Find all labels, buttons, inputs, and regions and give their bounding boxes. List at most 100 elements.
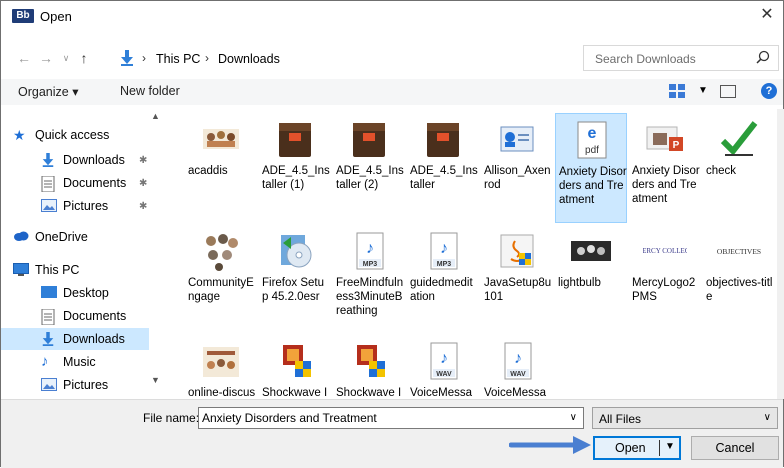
file-item[interactable]: ADE_4.5_Installer (2)	[333, 113, 405, 223]
organize-button[interactable]: Organize ▾	[18, 84, 78, 99]
cancel-button[interactable]: Cancel	[691, 436, 779, 460]
file-type-select[interactable]: All Files ∨	[592, 407, 778, 429]
change-view-icon[interactable]	[669, 84, 685, 98]
file-item-selected[interactable]: e pdf Anxiety Disorders and Treatment	[555, 113, 627, 223]
file-name-combobox[interactable]: ∨	[198, 407, 584, 429]
file-item[interactable]: P Anxiety Disorders and Treatment	[629, 113, 701, 223]
nav-quick-access[interactable]: ★ Quick access	[13, 124, 153, 146]
computer-icon	[13, 263, 29, 277]
preview-pane-icon[interactable]	[720, 85, 736, 98]
shockwave-installer-icon	[357, 345, 385, 377]
nav-label: Documents	[63, 176, 127, 190]
address-bar[interactable]: › This PC › Downloads ∨ ↻	[119, 47, 691, 71]
file-name: CommunityEngage	[188, 277, 254, 303]
file-name: Anxiety Disorders and Treatment	[559, 166, 627, 206]
pictures-icon	[41, 199, 57, 213]
file-name-dropdown-icon[interactable]: ∨	[570, 412, 577, 423]
file-name: lightbulb	[558, 277, 601, 289]
file-name: ADE_4.5_Installer (1)	[262, 165, 330, 191]
nav-label: Pictures	[63, 199, 109, 213]
forward-arrow-icon[interactable]: →	[37, 49, 55, 67]
open-dialog: Bb Open ✕ ← → ∨ ↑ › This PC › Downloads …	[0, 0, 784, 468]
file-item[interactable]: MERCY COLLEGE MercyLogo2PMS	[629, 225, 701, 335]
nav-label: Desktop	[63, 286, 109, 300]
file-item[interactable]: check	[703, 113, 775, 223]
recent-locations-icon[interactable]: ∨	[57, 49, 75, 67]
back-arrow-icon[interactable]: ←	[15, 49, 33, 67]
nav-scroll-up-icon[interactable]: ▲	[151, 111, 160, 121]
title-bar: Bb Open ✕	[1, 1, 783, 31]
file-item[interactable]: JavaSetup8u101	[481, 225, 553, 335]
pdf-label: pdf	[585, 145, 599, 156]
downloads-icon	[41, 153, 57, 167]
file-item[interactable]: Allison_Axenrod	[481, 113, 553, 223]
nav-onedrive[interactable]: OneDrive	[13, 226, 153, 248]
objectives-text: OBJECTIVES	[717, 247, 761, 256]
file-name: online-discussion-han	[188, 387, 256, 399]
file-item[interactable]: ♪ WAV VoiceMessage (1)	[407, 335, 479, 399]
file-name: Anxiety Disorders and Treatment	[632, 165, 700, 205]
breadcrumb-this-pc[interactable]: This PC	[156, 52, 200, 66]
file-item[interactable]: lightbulb	[555, 225, 627, 335]
split-divider	[659, 440, 660, 456]
ppt-label: P	[673, 140, 680, 151]
nav-desktop[interactable]: Desktop	[41, 282, 153, 304]
pdf-edge-icon: e pdf	[577, 121, 607, 159]
help-icon[interactable]: ?	[761, 83, 777, 99]
setup-disc-icon	[281, 235, 312, 268]
file-name-input[interactable]	[199, 408, 549, 428]
image-thumbnail-icon	[571, 241, 611, 261]
nav-label: Quick access	[35, 128, 110, 142]
nav-scroll-down-icon[interactable]: ▼	[151, 375, 160, 385]
search-icon[interactable]	[756, 50, 770, 64]
pictures-icon	[41, 378, 57, 392]
nav-pictures[interactable]: Pictures	[41, 374, 153, 396]
shockwave-installer-icon	[283, 345, 311, 377]
search-input[interactable]: Search Downloads	[583, 45, 779, 71]
nav-downloads-pinned[interactable]: Downloads ✱	[41, 149, 153, 171]
file-item[interactable]: Shockwave Installer SI	[259, 335, 331, 399]
file-item[interactable]: Firefox Setup 45.2.0esr	[259, 225, 331, 335]
file-item[interactable]: online-discussion-han	[185, 335, 257, 399]
file-item[interactable]: ADE_4.5_Installer	[407, 113, 479, 223]
file-name: Shockwave Installer SI	[262, 387, 328, 399]
file-type-dropdown-icon[interactable]: ∨	[764, 412, 771, 423]
nav-downloads[interactable]: Downloads	[1, 328, 149, 350]
open-button[interactable]: Open ▼	[593, 436, 681, 460]
vertical-scrollbar[interactable]	[777, 109, 784, 399]
nav-this-pc[interactable]: This PC	[13, 259, 153, 281]
contact-card-icon	[500, 126, 534, 152]
downloads-icon	[41, 332, 57, 346]
open-options-dropdown-icon[interactable]: ▼	[665, 441, 675, 452]
file-name: acaddis	[188, 165, 228, 177]
breadcrumb-downloads[interactable]: Downloads	[218, 52, 280, 66]
file-item[interactable]: OBJECTIVES objectives-title	[703, 225, 775, 335]
svg-text:e: e	[588, 125, 597, 142]
file-name: MercyLogo2PMS	[632, 277, 696, 303]
close-button[interactable]: ✕	[757, 5, 777, 25]
nav-label: Downloads	[63, 332, 125, 346]
new-folder-button[interactable]: New folder	[120, 84, 180, 98]
image-thumbnail-icon	[203, 129, 239, 149]
file-item[interactable]: ♪ MP3 FreeMindfulness3MinuteBreathing	[333, 225, 405, 335]
wav-label: WAV	[436, 371, 452, 378]
callout-arrow-icon	[509, 436, 591, 454]
checkmark-icon	[720, 121, 758, 156]
nav-music[interactable]: ♪ Music	[41, 351, 153, 373]
wav-audio-icon: ♪ WAV	[504, 342, 532, 380]
file-item[interactable]: Shockwave Installer SI	[333, 335, 405, 399]
file-item[interactable]: ♪ MP3 guidedmeditation	[407, 225, 479, 335]
view-options-dropdown-icon[interactable]: ▼	[698, 85, 708, 96]
file-name: check	[706, 165, 737, 177]
file-item[interactable]: ADE_4.5_Installer (1)	[259, 113, 331, 223]
file-name: VoiceMessage	[484, 387, 547, 399]
file-item[interactable]: ♪ WAV VoiceMessage	[481, 335, 553, 399]
svg-text:♪: ♪	[514, 350, 522, 367]
nav-documents[interactable]: Documents	[41, 305, 153, 327]
svg-text:♪: ♪	[366, 240, 374, 257]
up-arrow-icon[interactable]: ↑	[75, 49, 93, 67]
file-item[interactable]: acaddis	[185, 113, 257, 223]
nav-pictures-pinned[interactable]: Pictures ✱	[41, 195, 153, 217]
file-item[interactable]: CommunityEngage	[185, 225, 257, 335]
nav-documents-pinned[interactable]: Documents ✱	[41, 172, 153, 194]
